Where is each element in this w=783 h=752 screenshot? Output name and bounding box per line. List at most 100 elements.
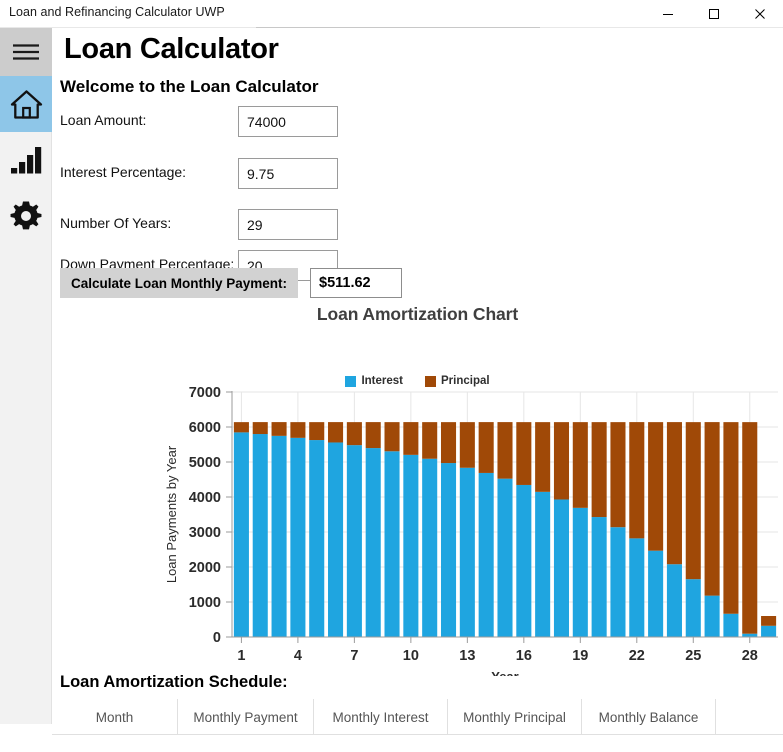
window-close-button[interactable] (737, 0, 783, 28)
chart-bar-principal[interactable] (478, 422, 494, 473)
window-titlebar: Loan and Refinancing Calculator UWP (0, 0, 783, 28)
chart-bar-principal[interactable] (252, 422, 268, 435)
page-title: Loan Calculator (64, 33, 279, 65)
main-content: Loan Calculator Welcome to the Loan Calc… (52, 28, 783, 735)
chart-bar-interest[interactable] (365, 448, 381, 637)
chart-bar-interest[interactable] (422, 458, 438, 637)
home-icon (10, 89, 42, 119)
chart-bar-principal[interactable] (591, 422, 607, 518)
chart-bar-interest[interactable] (535, 491, 551, 637)
chart-bar-interest[interactable] (271, 435, 287, 637)
chart-bar-interest[interactable] (685, 579, 701, 637)
chart-bar-principal[interactable] (572, 422, 588, 508)
loan-amount-input[interactable] (238, 106, 338, 137)
chart-bar-principal[interactable] (365, 422, 381, 449)
chart-y-axis-label: Loan Payments by Year (164, 445, 179, 583)
chart-y-tick-label: 5000 (189, 455, 221, 471)
chart-bar-interest[interactable] (252, 434, 268, 637)
chart-bar-principal[interactable] (666, 422, 682, 565)
chart-y-tick-label: 2000 (189, 560, 221, 576)
window-minimize-button[interactable] (645, 0, 691, 28)
chart-bar-principal[interactable] (328, 422, 344, 443)
window-maximize-button[interactable] (691, 0, 737, 28)
schedule-column-header[interactable]: Monthly Principal (448, 699, 582, 735)
chart-bar-principal[interactable] (553, 422, 570, 500)
chart-bar-principal[interactable] (290, 422, 306, 438)
chart-bar-principal[interactable] (497, 422, 513, 479)
chart-bar-principal[interactable] (271, 422, 287, 436)
chart-bar-principal[interactable] (535, 422, 551, 492)
chart-bar-interest[interactable] (553, 499, 570, 637)
chart-bar-principal[interactable] (422, 422, 438, 459)
chart-bar-interest[interactable] (704, 595, 720, 637)
chart-x-tick-label: 7 (350, 648, 358, 664)
chart-x-tick-label: 1 (237, 648, 245, 664)
chart-bar-interest[interactable] (666, 564, 682, 637)
chart-bar-principal[interactable] (459, 422, 475, 468)
schedule-header-row: Month Monthly Payment Monthly Interest Mont… (52, 699, 783, 735)
chart-bar-principal[interactable] (346, 422, 362, 446)
chart-bar-interest[interactable] (610, 527, 626, 637)
schedule-column-header[interactable]: Monthly Balance (582, 699, 716, 735)
chart-bar-interest[interactable] (572, 507, 588, 637)
chart-x-tick-label: 10 (403, 648, 419, 664)
chart-bar-interest[interactable] (629, 538, 645, 637)
chart-bar-interest[interactable] (403, 454, 419, 637)
schedule-column-header[interactable]: Monthly Payment (178, 699, 314, 735)
chart-bar-principal[interactable] (648, 422, 664, 551)
schedule-column-header-spacer (716, 699, 783, 735)
chart-bar-interest[interactable] (384, 451, 400, 637)
chart-bar-principal[interactable] (516, 422, 532, 485)
chart-bar-principal[interactable] (384, 422, 400, 452)
schedule-column-header[interactable]: Month (52, 699, 178, 735)
chart-bar-interest[interactable] (346, 445, 362, 637)
sidebar-item-settings[interactable] (0, 188, 52, 244)
chart-bar-interest[interactable] (459, 467, 475, 637)
chart-bar-interest[interactable] (309, 440, 325, 637)
schedule-column-header[interactable]: Monthly Interest (314, 699, 448, 735)
chart-bar-interest[interactable] (648, 550, 664, 637)
chart-bar-principal[interactable] (610, 422, 626, 528)
chart-bar-interest[interactable] (723, 613, 739, 637)
chart-bar-principal[interactable] (309, 422, 325, 441)
chart-bar-interest[interactable] (761, 625, 777, 637)
chart-bar-interest[interactable] (497, 478, 513, 637)
chart-bar-interest[interactable] (591, 517, 607, 637)
chart-bar-interest[interactable] (440, 463, 457, 637)
welcome-heading: Welcome to the Loan Calculator (60, 77, 319, 96)
chart-bar-principal[interactable] (723, 422, 739, 614)
hamburger-icon (13, 44, 39, 60)
chart-x-tick-label: 28 (742, 648, 758, 664)
interest-percentage-input[interactable] (238, 158, 338, 189)
calculate-loan-monthly-payment-button[interactable]: Calculate Loan Monthly Payment: (60, 268, 298, 298)
chart-bar-principal[interactable] (685, 422, 701, 580)
chart-y-tick-label: 6000 (189, 420, 221, 436)
chart-y-tick-label: 7000 (189, 385, 221, 401)
chart-bar-principal[interactable] (704, 422, 720, 596)
sidebar-item-chart[interactable] (0, 132, 52, 188)
chart-x-tick-label: 19 (572, 648, 588, 664)
sidebar-item-home[interactable] (0, 76, 52, 132)
chart-bar-interest[interactable] (328, 442, 344, 637)
chart-bar-principal[interactable] (403, 422, 419, 455)
chart-bar-interest[interactable] (478, 472, 494, 637)
chart-bar-interest[interactable] (233, 432, 249, 637)
chart-x-tick-label: 25 (685, 648, 701, 664)
hamburger-menu-button[interactable] (0, 28, 52, 76)
chart-bar-principal[interactable] (233, 422, 249, 433)
number-of-years-input[interactable] (238, 209, 338, 240)
chart-bar-principal[interactable] (629, 422, 645, 539)
chart-bar-interest[interactable] (290, 437, 306, 637)
chart-y-tick-label: 3000 (189, 525, 221, 541)
chart-bar-principal[interactable] (440, 422, 457, 464)
chart-bar-principal[interactable] (742, 422, 758, 634)
navigation-rail (0, 28, 52, 724)
chart-bar-interest[interactable] (516, 484, 532, 637)
chart-bar-principal[interactable] (761, 616, 777, 626)
chart-x-tick-label: 22 (629, 648, 645, 664)
minimize-icon (663, 14, 673, 15)
window-title: Loan and Refinancing Calculator UWP (9, 5, 225, 19)
monthly-payment-output: $511.62 (310, 268, 402, 298)
chart-plot: 0 1000 2000 3000 4000 5000 6000 7000 1 4 7 10 13 16 19… (164, 385, 778, 676)
chart-x-tick-label: 13 (459, 648, 475, 664)
